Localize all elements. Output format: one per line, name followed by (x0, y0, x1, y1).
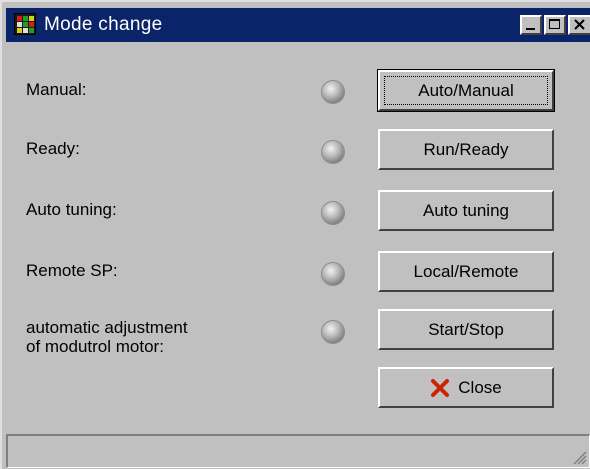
auto-manual-button[interactable]: Auto/Manual (377, 69, 555, 112)
auto-tuning-button[interactable]: Auto tuning (378, 190, 554, 231)
auto-tuning-button-label: Auto tuning (422, 200, 509, 220)
red-x-icon (431, 378, 450, 397)
local-remote-button[interactable]: Local/Remote (378, 251, 554, 292)
start-stop-button-label: Start/Stop (428, 319, 504, 339)
manual-label: Manual: (26, 80, 87, 99)
title-bar[interactable]: Mode change (6, 8, 590, 42)
start-stop-button[interactable]: Start/Stop (378, 309, 554, 350)
modutrol-motor-indicator-lamp (322, 321, 344, 343)
panel-app-icon[interactable] (14, 13, 36, 35)
modutrol-motor-label: automatic adjustment of modutrol motor: (26, 318, 188, 356)
run-ready-button-label: Run/Ready (423, 139, 509, 159)
remote-sp-label: Remote SP: (26, 261, 118, 280)
auto-tuning-label: Auto tuning: (26, 200, 117, 219)
manual-indicator-lamp (322, 81, 344, 103)
run-ready-button[interactable]: Run/Ready (378, 129, 554, 170)
mode-change-window: Mode change Manual: Auto/Manual Ready: R… (0, 0, 590, 469)
resize-grip-icon[interactable] (571, 449, 587, 465)
ready-label: Ready: (26, 139, 80, 158)
close-button[interactable]: Close (378, 367, 554, 408)
maximize-icon (549, 19, 560, 29)
minimize-button[interactable] (520, 15, 542, 35)
focus-rectangle (384, 76, 548, 105)
close-window-button[interactable] (568, 15, 590, 35)
remote-sp-indicator-lamp (322, 263, 344, 285)
local-remote-button-label: Local/Remote (413, 261, 519, 281)
window-title: Mode change (44, 14, 163, 35)
minimize-icon (526, 28, 535, 30)
close-button-label: Close (458, 377, 502, 397)
maximize-button[interactable] (544, 15, 566, 35)
ready-indicator-lamp (322, 141, 344, 163)
close-icon (574, 19, 585, 30)
auto-tuning-indicator-lamp (322, 202, 344, 224)
status-bar (6, 434, 590, 468)
